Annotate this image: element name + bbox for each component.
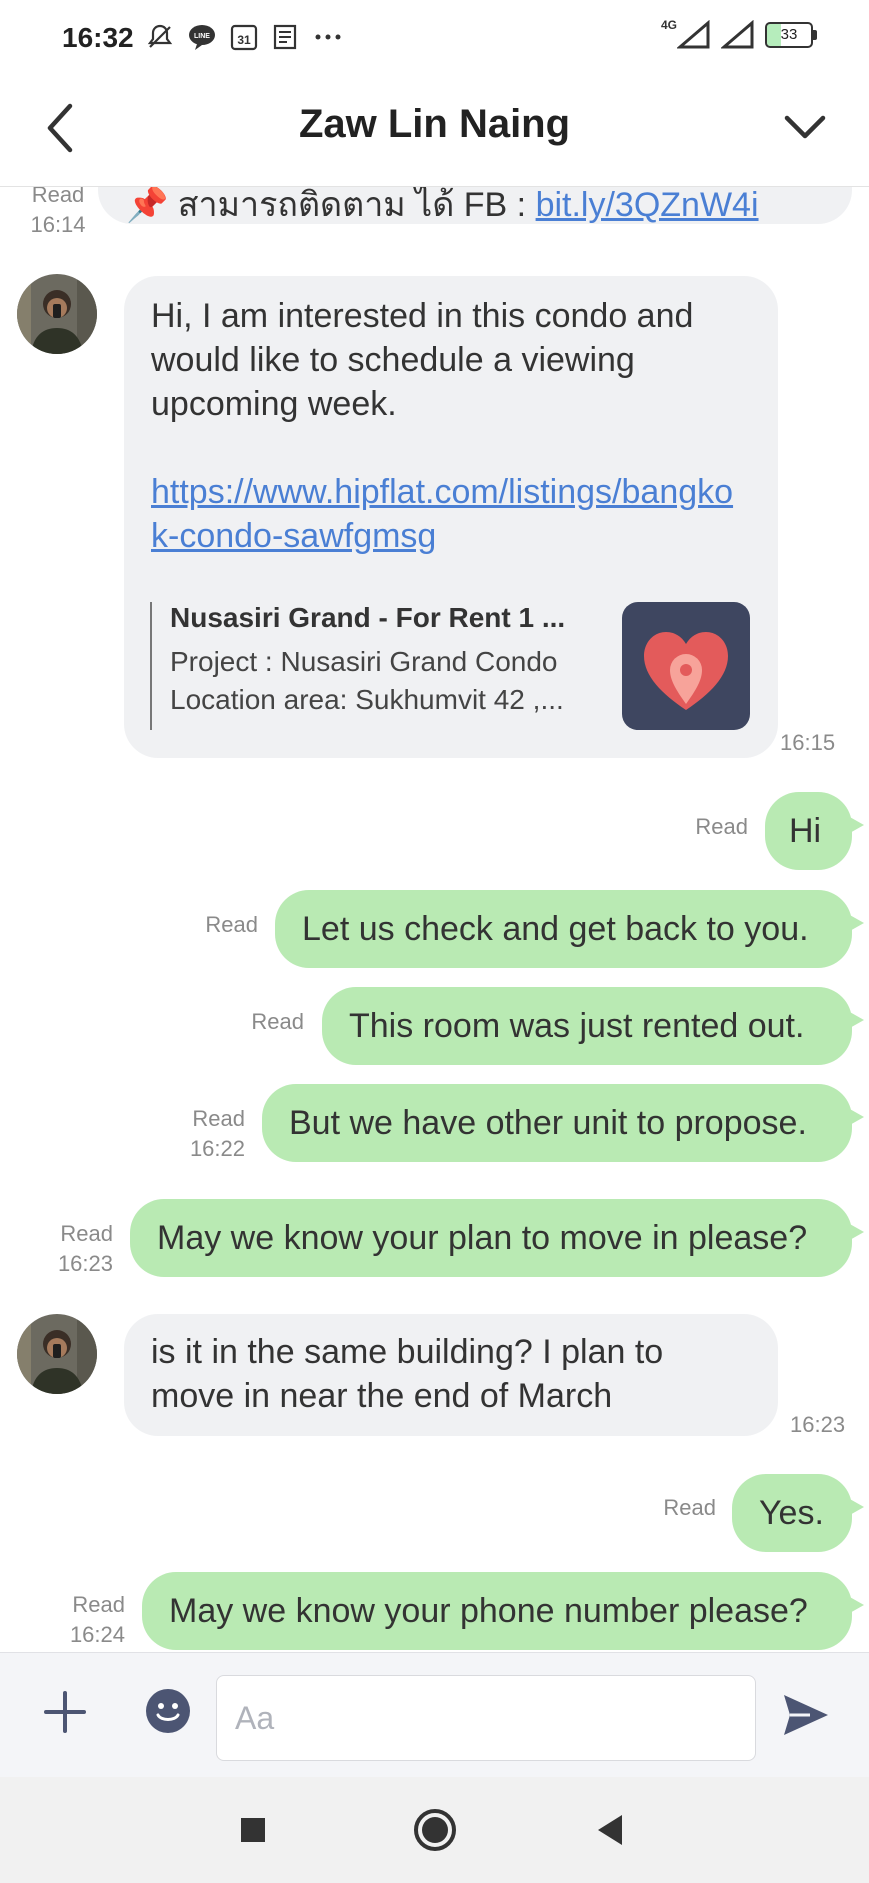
message-bubble[interactable]: 📌 สามารถติดตาม ได้ FB : bit.ly/3QZnW4i — [98, 186, 852, 224]
link-preview-line: Project : Nusasiri Grand Condo — [170, 646, 558, 677]
message-bubble[interactable]: This room was just rented out. — [322, 987, 864, 1065]
read-label: Read — [695, 814, 748, 839]
status-system-icons: 4G 33 — [660, 18, 817, 50]
read-label: Read — [72, 1592, 125, 1617]
message-bubble[interactable]: May we know your phone number please? — [142, 1572, 864, 1650]
svg-text:LINE: LINE — [194, 33, 210, 40]
message-bubble[interactable]: But we have other unit to propose. — [262, 1084, 864, 1162]
read-receipt: Read 16:22 — [140, 1104, 245, 1164]
home-circle-icon[interactable] — [408, 1803, 462, 1857]
message-link[interactable]: bit.ly/3QZnW4i — [536, 186, 759, 224]
read-label: Read — [205, 912, 258, 937]
read-label: Read — [192, 1106, 245, 1131]
status-notification-icons: LINE 31 — [145, 22, 343, 52]
link-preview-line: Location area: Sukhumvit 42 ,... — [170, 684, 564, 715]
message-time: 16:15 — [780, 730, 836, 755]
link-preview[interactable]: Nusasiri Grand - For Rent 1 ... Project … — [150, 602, 632, 730]
message-text: Let us check and get back to you. — [302, 910, 809, 948]
back-triangle-icon[interactable] — [584, 1803, 638, 1857]
more-dots-icon — [313, 22, 343, 52]
message-text: 📌 สามารถติดตาม ได้ FB : — [126, 186, 536, 224]
network-type-label: 4G — [660, 18, 677, 32]
message-text: May we know your phone number please? — [169, 1592, 808, 1630]
status-bar: 16:32 LINE 31 4G 33 — [0, 0, 869, 76]
message-text: Hi, I am interested in this condo and wo… — [151, 297, 694, 423]
message-link[interactable]: https://www.hipflat.com/listings/bangkok… — [151, 470, 741, 558]
read-receipt: Read 16:23 — [30, 1219, 113, 1279]
message-text: Yes. — [759, 1494, 824, 1532]
signal-icon — [677, 20, 710, 49]
emoji-icon[interactable] — [144, 1687, 192, 1735]
message-input[interactable] — [216, 1675, 756, 1761]
message-text: is it in the same building? I plan to mo… — [151, 1333, 664, 1415]
battery-icon: 33 — [765, 22, 817, 48]
message-time: 16:23 — [57, 1251, 113, 1276]
system-navigation-bar — [0, 1777, 869, 1883]
do-not-disturb-icon — [145, 22, 175, 52]
send-icon[interactable] — [780, 1689, 832, 1741]
link-preview-title: Nusasiri Grand - For Rent 1 ... — [170, 602, 566, 633]
news-icon — [271, 22, 301, 52]
calendar-icon: 31 — [229, 22, 259, 52]
message-bubble[interactable]: Let us check and get back to you. — [275, 890, 864, 968]
recents-square-icon[interactable] — [226, 1803, 280, 1857]
message-text: This room was just rented out. — [349, 1007, 805, 1045]
read-label: Read — [60, 1221, 113, 1246]
avatar[interactable] — [17, 1314, 97, 1394]
message-text: Hi — [789, 812, 822, 850]
read-label: Read — [31, 186, 85, 207]
link-preview-thumbnail[interactable] — [622, 602, 750, 730]
svg-text:31: 31 — [237, 33, 251, 47]
message-bubble[interactable]: is it in the same building? I plan to mo… — [124, 1314, 778, 1436]
message-bubble[interactable]: Hi — [765, 792, 864, 870]
message-time: 16:23 — [790, 1412, 846, 1437]
plus-icon[interactable] — [40, 1687, 90, 1737]
chat-title: Zaw Lin Naing — [298, 102, 571, 146]
line-icon: LINE — [187, 22, 217, 52]
message-text: But we have other unit to propose. — [289, 1104, 807, 1142]
chevron-down-icon[interactable] — [781, 102, 829, 150]
message-time: 16:22 — [189, 1136, 245, 1161]
read-receipt: Read 16:14 — [18, 186, 98, 240]
read-label: Read — [251, 1009, 304, 1034]
message-input-bar — [0, 1652, 869, 1778]
avatar[interactable] — [17, 274, 97, 354]
read-receipt: Read 16:24 — [42, 1590, 125, 1650]
battery-level: 33 — [780, 26, 798, 43]
status-time: 16:32 — [62, 22, 134, 53]
read-label: Read — [663, 1495, 716, 1520]
chat-header: Zaw Lin Naing — [0, 76, 869, 187]
message-text: May we know your plan to move in please? — [157, 1219, 808, 1257]
message-time: 16:24 — [69, 1622, 125, 1647]
message-time: 16:14 — [30, 212, 86, 237]
message-bubble[interactable]: Yes. — [732, 1474, 864, 1552]
message-bubble[interactable]: May we know your plan to move in please? — [130, 1199, 864, 1277]
signal-icon — [721, 20, 754, 49]
chat-message-list[interactable]: Read 16:14 📌 สามารถติดตาม ได้ FB : bit.l… — [0, 186, 869, 1652]
